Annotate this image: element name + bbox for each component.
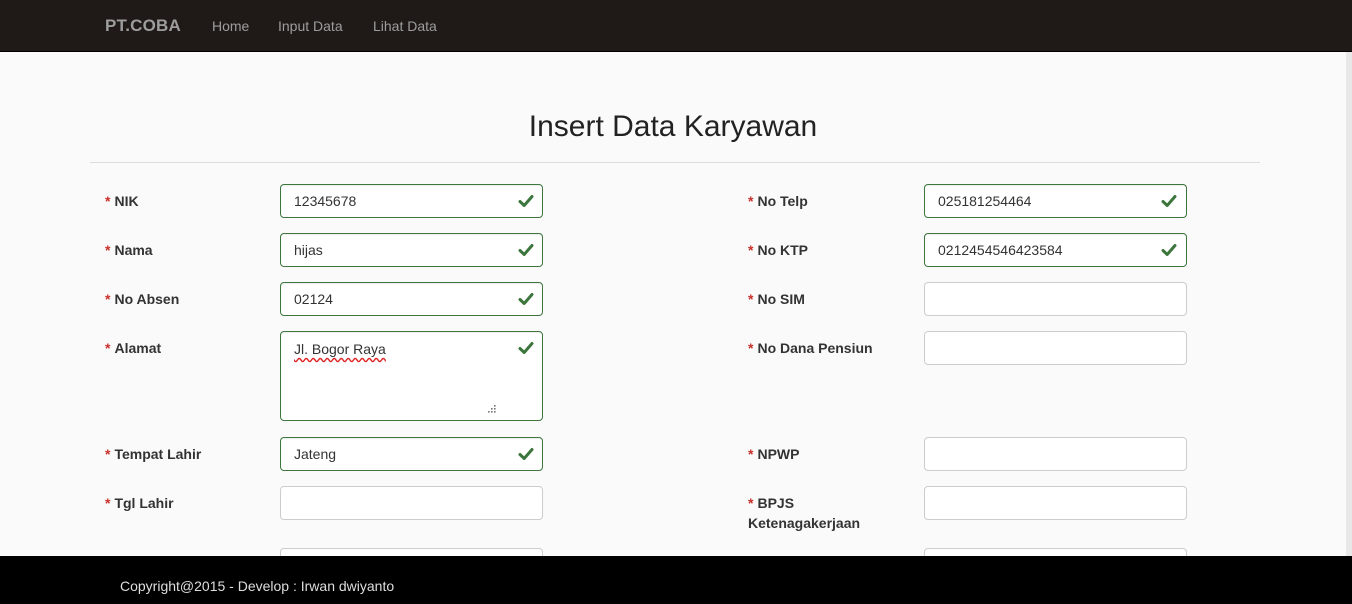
main-content: Insert Data Karyawan * NIK 12345678 * Nama… [0, 52, 1346, 556]
label-npwp: * NPWP [748, 446, 800, 462]
title-divider [90, 162, 1260, 163]
required-marker: * [105, 242, 111, 258]
next-input-partial[interactable] [280, 548, 543, 556]
check-icon [516, 338, 536, 358]
required-marker: * [105, 193, 111, 209]
required-marker: * [748, 446, 754, 462]
footer-copyright: Copyright@2015 - Develop : Irwan dwiyant… [120, 578, 395, 594]
alamat-textarea[interactable]: Jl. Bogor Raya [280, 331, 543, 421]
required-marker: * [748, 340, 754, 356]
check-icon [516, 240, 536, 260]
required-marker: * [105, 340, 111, 356]
label-no-dana-pensiun: * No Dana Pensiun [748, 340, 873, 356]
no-sim-input[interactable] [924, 282, 1187, 316]
required-marker: * [748, 193, 754, 209]
scrollbar-track[interactable] [1346, 52, 1352, 556]
label-nik: * NIK [105, 193, 139, 209]
label-tgl-lahir: * Tgl Lahir [105, 495, 174, 511]
check-icon [516, 444, 536, 464]
label-nama: * Nama [105, 242, 153, 258]
label-alamat: * Alamat [105, 340, 162, 356]
check-icon [1159, 191, 1179, 211]
navbar: PT.COBA Home Input Data Lihat Data [0, 0, 1352, 52]
no-dana-pensiun-input[interactable] [924, 331, 1187, 365]
tgl-lahir-input[interactable] [280, 486, 543, 520]
brand-logo[interactable]: PT.COBA [105, 16, 181, 36]
no-telp-input[interactable]: 025181254464 [924, 184, 1187, 218]
nav-home[interactable]: Home [212, 18, 249, 34]
tempat-lahir-input[interactable]: Jateng [280, 437, 543, 471]
page-title: Insert Data Karyawan [528, 110, 818, 143]
nik-input[interactable]: 12345678 [280, 184, 543, 218]
check-icon [516, 191, 536, 211]
label-no-telp: * No Telp [748, 193, 808, 209]
next-input-partial-right[interactable] [924, 548, 1187, 556]
check-icon [1159, 240, 1179, 260]
required-marker: * [105, 291, 111, 307]
nama-input[interactable]: hijas [280, 233, 543, 267]
no-ktp-input[interactable]: 0212454546423584 [924, 233, 1187, 267]
nav-input-data[interactable]: Input Data [278, 18, 343, 34]
bpjs-input[interactable] [924, 486, 1187, 520]
required-marker: * [105, 446, 111, 462]
resize-handle-icon[interactable] [485, 401, 497, 413]
label-bpjs: * BPJS Ketenagakerjaan [748, 495, 861, 531]
label-no-absen: * No Absen [105, 291, 180, 307]
required-marker: * [748, 291, 754, 307]
label-no-sim: * No SIM [748, 291, 805, 307]
label-no-ktp: * No KTP [748, 242, 809, 258]
check-icon [516, 289, 536, 309]
npwp-input[interactable] [924, 437, 1187, 471]
required-marker: * [748, 242, 754, 258]
required-marker: * [748, 495, 754, 511]
label-tempat-lahir: * Tempat Lahir [105, 446, 202, 462]
required-marker: * [105, 495, 111, 511]
footer: Copyright@2015 - Develop : Irwan dwiyant… [0, 556, 1352, 604]
no-absen-input[interactable]: 02124 [280, 282, 543, 316]
nav-lihat-data[interactable]: Lihat Data [373, 18, 437, 34]
alamat-value: Jl. Bogor Raya [294, 341, 386, 357]
